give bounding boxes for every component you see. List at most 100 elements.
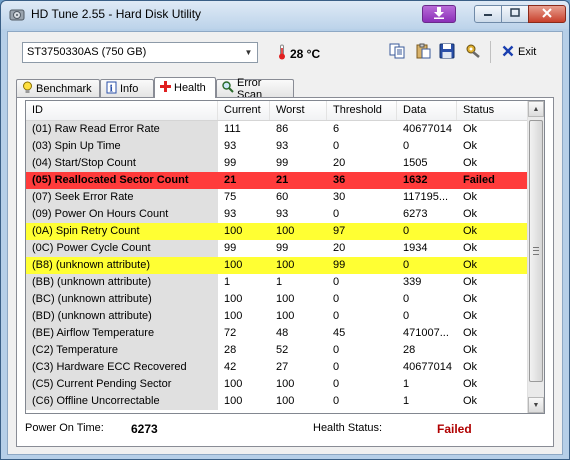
cell-worst: 86 — [276, 123, 289, 135]
tab-health[interactable]: Health — [154, 77, 216, 98]
vertical-scrollbar[interactable]: ▲ ▼ — [527, 101, 544, 413]
maximize-button[interactable] — [501, 5, 529, 23]
cell-status: Ok — [463, 310, 478, 322]
cell-worst: 93 — [276, 208, 289, 220]
cell-data: 1 — [403, 378, 410, 390]
cell-status: Ok — [457, 223, 530, 240]
cell-current: 21 — [218, 172, 270, 189]
cell-current: 1 — [224, 276, 231, 288]
tab-info[interactable]: i Info — [100, 79, 154, 97]
column-header-worst[interactable]: Worst — [270, 101, 327, 120]
table-row[interactable]: (C6) Offline Uncorrectable 100 100 0 1 Ok — [26, 393, 530, 410]
close-button[interactable] — [528, 5, 566, 23]
column-header-status[interactable]: Status — [457, 101, 530, 120]
cell-worst: 93 — [276, 140, 289, 152]
cell-threshold: 0 — [333, 208, 340, 220]
copy-button[interactable] — [386, 41, 408, 63]
cell-threshold: 20 — [333, 157, 346, 169]
scroll-down-button[interactable]: ▼ — [528, 397, 544, 413]
cell-data: 1505 — [403, 157, 428, 169]
health-status-label: Health Status: — [313, 422, 383, 434]
cell-data: 0 — [397, 257, 457, 274]
cell-id: (07) Seek Error Rate — [26, 189, 218, 206]
cell-data: 1934 — [403, 242, 428, 254]
cell-worst: 100 — [270, 257, 327, 274]
minimize-button[interactable] — [474, 5, 502, 23]
cell-status: Ok — [463, 191, 478, 203]
cell-worst: 27 — [276, 361, 289, 373]
table-row[interactable]: (BC) (unknown attribute) 100 100 0 0 Ok — [26, 291, 530, 308]
exit-button[interactable]: Exit — [502, 42, 536, 62]
cell-worst: 99 — [276, 157, 289, 169]
table-row[interactable]: (BB) (unknown attribute) 1 1 0 339 Ok — [26, 274, 530, 291]
table-row[interactable]: (C3) Hardware ECC Recovered 42 27 0 40677014… — [26, 359, 530, 376]
table-row[interactable]: (01) Raw Read Error Rate 111 86 6 40677014 Ok — [26, 121, 530, 138]
column-header-threshold[interactable]: Threshold — [327, 101, 397, 120]
cell-current: 100 — [224, 378, 243, 390]
cell-worst: 100 — [276, 310, 295, 322]
exit-label: Exit — [518, 46, 537, 58]
smart-attributes-table[interactable]: ID Current Worst Threshold Data Status (… — [25, 100, 545, 414]
title-bar[interactable]: HD Tune 2.55 - Hard Disk Utility — [1, 1, 569, 29]
cell-threshold: 20 — [333, 242, 346, 254]
cell-status: Ok — [463, 276, 478, 288]
save-button[interactable] — [436, 41, 458, 63]
cell-current: 100 — [224, 293, 243, 305]
cell-threshold: 0 — [333, 344, 340, 356]
cell-worst: 21 — [270, 172, 327, 189]
table-row[interactable]: (07) Seek Error Rate 75 60 30 117195... Ok — [26, 189, 530, 206]
table-row[interactable]: (B8) (unknown attribute) 100 100 99 0 Ok — [26, 257, 530, 274]
column-header-data[interactable]: Data — [397, 101, 457, 120]
table-row[interactable]: (C2) Temperature 28 52 0 28 Ok — [26, 342, 530, 359]
paste-icon — [415, 43, 431, 62]
cell-status: Ok — [463, 208, 478, 220]
table-row[interactable]: (05) Reallocated Sector Count 21 21 36 1632 F… — [26, 172, 530, 189]
options-button[interactable] — [462, 41, 484, 63]
exit-x-icon — [502, 45, 514, 60]
tab-label: Benchmark — [36, 82, 92, 95]
window-title: HD Tune 2.55 - Hard Disk Utility — [31, 7, 202, 21]
chevron-down-icon[interactable]: ▼ — [240, 43, 257, 62]
cell-id: (BB) (unknown attribute) — [26, 274, 218, 291]
cell-current: 72 — [224, 327, 237, 339]
cell-id: (0C) Power Cycle Count — [26, 240, 218, 257]
scroll-up-button[interactable]: ▲ — [528, 101, 544, 117]
table-row[interactable]: (C5) Current Pending Sector 100 100 0 1 Ok — [26, 376, 530, 393]
tab-benchmark[interactable]: Benchmark — [16, 79, 100, 97]
cell-worst: 100 — [276, 293, 295, 305]
drive-dropdown[interactable]: ST3750330AS (750 GB) ▼ — [22, 42, 258, 63]
cell-threshold: 0 — [333, 276, 340, 288]
temperature-display: 28 °C — [278, 44, 320, 63]
table-row[interactable]: (BD) (unknown attribute) 100 100 0 0 Ok — [26, 308, 530, 325]
cell-status: Ok — [463, 361, 478, 373]
scroll-thumb[interactable] — [529, 120, 543, 382]
table-row[interactable]: (0A) Spin Retry Count 100 100 97 0 Ok — [26, 223, 530, 240]
table-body: (01) Raw Read Error Rate 111 86 6 40677014 Ok… — [26, 121, 530, 410]
table-row[interactable]: (04) Start/Stop Count 99 99 20 1505 Ok — [26, 155, 530, 172]
cell-current: 99 — [224, 242, 237, 254]
cell-data: 117195... — [403, 191, 449, 203]
cell-threshold: 0 — [333, 395, 340, 407]
cell-threshold: 30 — [333, 191, 346, 203]
paste-button[interactable] — [412, 41, 434, 63]
cell-id: (BC) (unknown attribute) — [26, 291, 218, 308]
table-row[interactable]: (09) Power On Hours Count 93 93 0 6273 Ok — [26, 206, 530, 223]
cell-data: 0 — [403, 293, 410, 305]
table-row[interactable]: (0C) Power Cycle Count 99 99 20 1934 Ok — [26, 240, 530, 257]
health-cross-icon — [160, 81, 171, 95]
cell-threshold: 36 — [327, 172, 397, 189]
thermometer-icon — [278, 44, 286, 63]
cell-data: 40677014 — [403, 361, 452, 373]
tab-error-scan[interactable]: Error Scan — [216, 77, 294, 101]
cell-data: 339 — [403, 276, 422, 288]
cell-worst: 100 — [270, 223, 327, 240]
cell-data: 40677014 — [403, 123, 452, 135]
table-row[interactable]: (03) Spin Up Time 93 93 0 0 Ok — [26, 138, 530, 155]
cell-data: 471007... — [403, 327, 449, 339]
cell-current: 100 — [218, 257, 270, 274]
download-button[interactable] — [422, 5, 456, 23]
column-header-current[interactable]: Current — [218, 101, 270, 120]
cell-data: 0 — [403, 310, 410, 322]
table-row[interactable]: (BE) Airflow Temperature 72 48 45 471007... O… — [26, 325, 530, 342]
column-header-id[interactable]: ID — [26, 101, 218, 120]
